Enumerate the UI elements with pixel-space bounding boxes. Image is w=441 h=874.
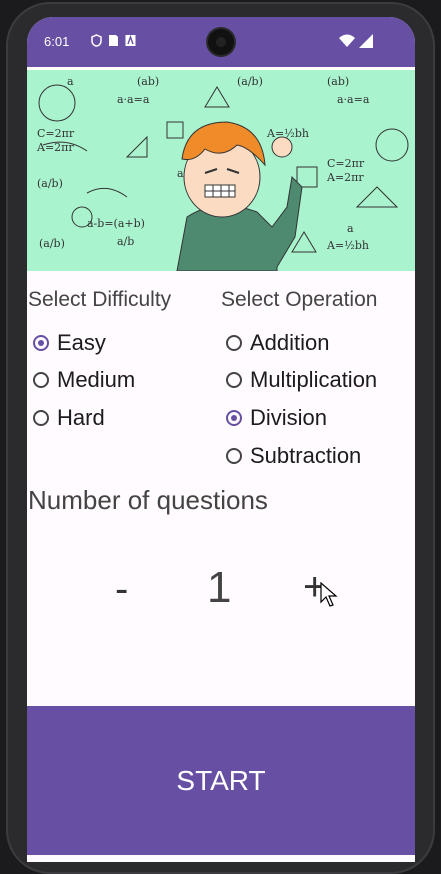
status-bar: 6:01 [27,17,415,67]
mouse-cursor-icon [320,582,338,607]
radio-button[interactable] [226,335,242,351]
radio-label: Medium [57,367,136,392]
text-icon [125,34,136,46]
svg-text:a-b=(a+b): a-b=(a+b) [87,217,145,230]
banner-divider [27,67,415,70]
svg-text:a: a [347,222,354,235]
decrement-button[interactable]: - [115,569,128,609]
device-frame: 6:01 a (ab) (a/b) (ab) a·a=a a·a=a C=2πr… [6,2,435,874]
svg-text:(a/b): (a/b) [37,177,63,190]
radio-subtraction[interactable]: Subtraction [226,440,361,472]
svg-text:A=2πr: A=2πr [36,141,74,154]
sd-card-icon [109,35,118,46]
radio-easy[interactable]: Easy [33,327,106,359]
radio-multiplication[interactable]: Multiplication [226,364,377,396]
status-notification-icons [91,34,136,47]
camera-cutout [208,29,234,55]
svg-text:A=2πr: A=2πr [326,171,364,184]
radio-button-checked[interactable] [226,410,242,426]
svg-text:(ab): (ab) [327,75,349,88]
svg-text:a/b: a/b [117,235,134,248]
signal-icon [359,34,373,48]
radio-label: Subtraction [250,443,362,468]
cartoon-boy [176,121,303,271]
radio-label: Division [250,405,328,430]
svg-text:C=2πr: C=2πr [327,157,365,170]
wifi-icon [339,34,355,47]
math-banner-image: a (ab) (a/b) (ab) a·a=a a·a=a C=2πr A=2πr A=… [27,67,415,271]
radio-button-checked[interactable] [33,335,49,351]
radio-button[interactable] [226,372,242,388]
radio-label: Easy [57,330,106,355]
app-screen: 6:01 a (ab) (a/b) (ab) a·a=a a·a=a C=2πr… [27,17,415,862]
svg-text:A=½bh: A=½bh [326,239,369,252]
difficulty-label: Select Difficulty [28,288,172,311]
svg-text:a: a [177,167,184,180]
radio-division[interactable]: Division [226,402,327,434]
radio-label: Hard [57,405,105,430]
radio-hard[interactable]: Hard [33,402,105,434]
banner-illustration: a (ab) (a/b) (ab) a·a=a a·a=a C=2πrA=2πr A=… [36,75,409,271]
svg-text:a: a [67,75,74,88]
status-time: 6:01 [44,34,70,49]
svg-text:(ab): (ab) [137,75,159,88]
question-count: 1 [207,563,232,612]
start-button[interactable]: START [27,706,415,855]
svg-text:(a/b): (a/b) [237,75,263,88]
radio-addition[interactable]: Addition [226,327,330,359]
radio-label: Addition [250,330,330,355]
questions-label: Number of questions [28,485,268,515]
radio-button[interactable] [33,410,49,426]
svg-text:C=2πr: C=2πr [37,127,75,140]
svg-text:a·a=a: a·a=a [117,93,150,106]
radio-label: Multiplication [250,367,378,392]
svg-text:a·a=a: a·a=a [337,93,370,106]
svg-text:(a/b): (a/b) [39,237,65,250]
radio-button[interactable] [33,372,49,388]
status-system-icons [339,34,373,48]
radio-button[interactable] [226,448,242,464]
operation-label: Select Operation [221,288,378,311]
radio-medium[interactable]: Medium [33,364,135,396]
shield-icon [91,34,102,47]
